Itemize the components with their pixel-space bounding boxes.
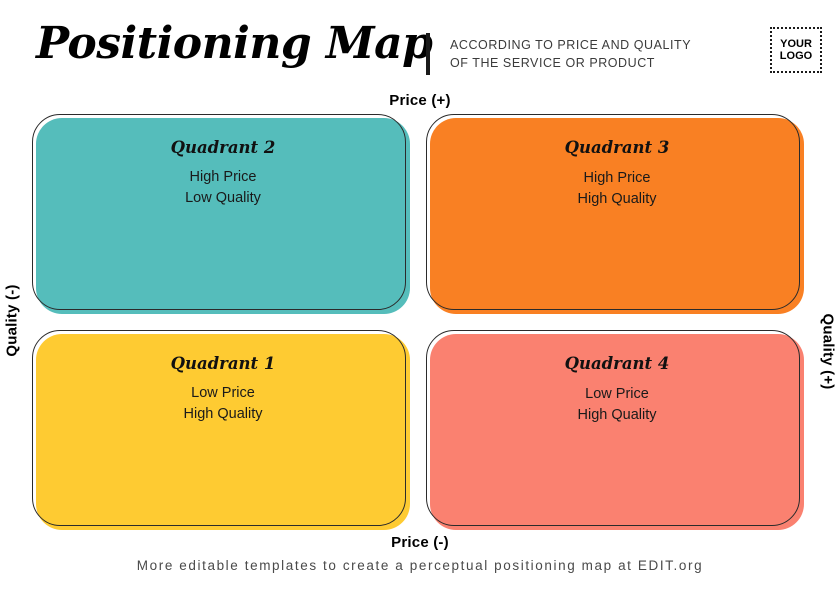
quadrant-2-description: High Price Low Quality xyxy=(185,167,261,209)
axis-label-price-positive: Price (+) xyxy=(389,92,451,109)
quadrant-1-line-1: Low Price xyxy=(191,385,255,401)
quadrant-1[interactable]: Quadrant 1 Low Price High Quality xyxy=(32,330,410,530)
header-subtitle-line-1: ACCORDING TO PRICE AND QUALITY xyxy=(450,38,692,52)
quadrant-2-line-1: High Price xyxy=(189,169,257,185)
quadrant-4-title: Quadrant 4 xyxy=(564,354,670,373)
title-divider xyxy=(426,33,430,75)
logo-line-1: YOUR xyxy=(780,37,812,50)
quadrant-3-line-2: High Quality xyxy=(577,191,657,207)
logo-line-2: LOGO xyxy=(779,50,813,62)
quadrant-2[interactable]: Quadrant 2 High Price Low Quality xyxy=(32,114,410,314)
quadrant-2-line-2: Low Quality xyxy=(185,190,261,206)
axis-label-price-negative: Price (-) xyxy=(391,534,449,551)
footer-credit: More editable templates to create a perc… xyxy=(136,558,704,573)
quadrant-3-description: High Price High Quality xyxy=(578,168,657,210)
quadrant-grid: Quadrant 2 High Price Low Quality Quadra… xyxy=(32,114,804,530)
quadrant-4[interactable]: Quadrant 4 Low Price High Quality xyxy=(426,330,804,530)
quadrant-3-title: Quadrant 3 xyxy=(564,138,670,157)
axis-label-quality-negative: Quality (-) xyxy=(3,284,21,357)
page-title: Positioning Map xyxy=(36,18,433,69)
quadrant-4-line-2: High Quality xyxy=(577,407,657,423)
quadrant-1-description: Low Price High Quality xyxy=(184,383,263,425)
quadrant-1-line-2: High Quality xyxy=(183,406,263,422)
quadrant-4-line-1: Low Price xyxy=(585,386,649,402)
header: Positioning Map ACCORDING TO PRICE AND Q… xyxy=(0,0,840,92)
quadrant-3[interactable]: Quadrant 3 High Price High Quality xyxy=(426,114,804,314)
header-subtitle-line-2: OF THE SERVICE OR PRODUCT xyxy=(450,55,655,70)
axis-label-quality-positive: Quality (+) xyxy=(819,313,837,390)
quadrant-2-title: Quadrant 2 xyxy=(170,138,276,157)
positioning-map-canvas: Positioning Map ACCORDING TO PRICE AND Q… xyxy=(0,0,840,594)
quadrant-1-title: Quadrant 1 xyxy=(170,354,276,373)
logo-placeholder[interactable]: YOUR LOGO xyxy=(770,27,822,73)
quadrant-4-description: Low Price High Quality xyxy=(578,384,657,426)
quadrant-3-line-1: High Price xyxy=(583,170,651,186)
header-subtitle: ACCORDING TO PRICE AND QUALITY OF THE SE… xyxy=(450,37,691,72)
